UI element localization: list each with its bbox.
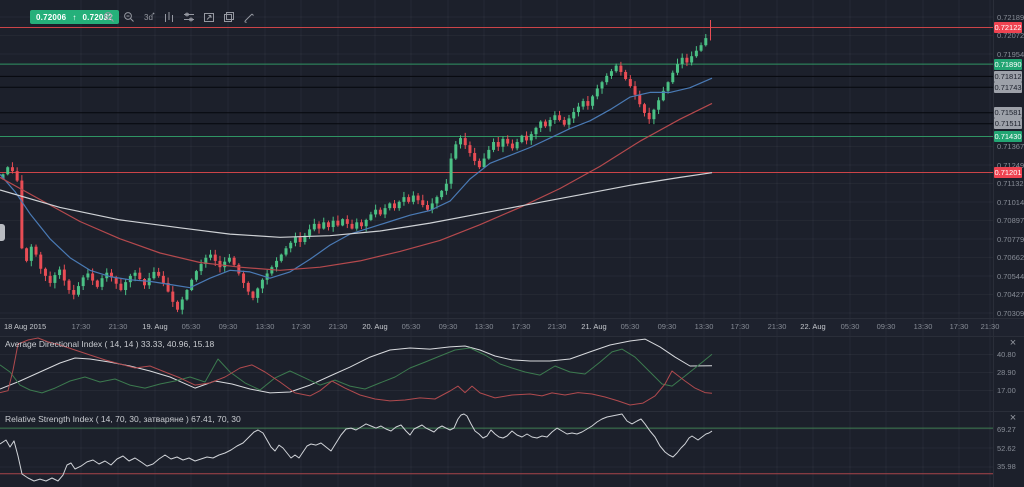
- chart-toolbar: 3d: [102, 10, 255, 23]
- price-tick-label: 0.72189: [997, 13, 1024, 22]
- indicators-icon[interactable]: [162, 10, 175, 23]
- up-arrow-icon: ↑: [72, 13, 76, 22]
- time-tick-label: 05:30: [841, 322, 860, 331]
- rsi-scale-label: 69.27: [997, 425, 1016, 434]
- price-badge-gray[interactable]: 0.71743: [994, 82, 1022, 93]
- time-tick-label: 21:30: [768, 322, 787, 331]
- price-tick-label: 0.71954: [997, 50, 1024, 59]
- adx-pane-title: Average Directional Index ( 14, 14 ) 33.…: [5, 339, 214, 349]
- zoom-in-icon[interactable]: [102, 10, 115, 23]
- rotation-3d-icon[interactable]: 3d: [142, 10, 155, 23]
- price-badge-green[interactable]: 0.71890: [994, 59, 1022, 70]
- price-badge-red[interactable]: 0.72122: [994, 22, 1022, 33]
- price-tick-label: 0.70544: [997, 272, 1024, 281]
- price-badge-gray[interactable]: 0.71511: [994, 118, 1022, 129]
- rsi-pane-title: Relative Strength Index ( 14, 70, 30, за…: [5, 414, 241, 424]
- price-tick-label: 0.70779: [997, 235, 1024, 244]
- copy-icon[interactable]: [222, 10, 235, 23]
- time-tick-label: 17:30: [731, 322, 750, 331]
- time-tick-label: 09:30: [219, 322, 238, 331]
- zoom-out-icon[interactable]: [122, 10, 135, 23]
- rsi-scale-label: 35.98: [997, 462, 1016, 471]
- fullscreen-icon[interactable]: [202, 10, 215, 23]
- time-tick-label: 05:30: [402, 322, 421, 331]
- rsi-close-button[interactable]: ×: [1007, 413, 1019, 425]
- time-tick-label: 20. Aug: [362, 322, 387, 331]
- time-tick-label: 13:30: [256, 322, 275, 331]
- time-tick-label: 17:30: [950, 322, 969, 331]
- time-tick-label: 13:30: [695, 322, 714, 331]
- time-tick-label: 13:30: [475, 322, 494, 331]
- time-tick-label: 17:30: [72, 322, 91, 331]
- rsi-scale-label: 52.62: [997, 444, 1016, 453]
- time-tick-label: 09:30: [877, 322, 896, 331]
- time-tick-label: 09:30: [658, 322, 677, 331]
- time-tick-label: 05:30: [621, 322, 640, 331]
- bid-price: 0.72006: [36, 13, 66, 22]
- price-tick-label: 0.70427: [997, 290, 1024, 299]
- price-tick-label: 0.70662: [997, 253, 1024, 262]
- price-tick-label: 0.71014: [997, 198, 1024, 207]
- rsi-title-text: Relative Strength Index ( 14, 70, 30, за…: [5, 414, 241, 424]
- price-badge-red[interactable]: 0.71201: [994, 167, 1022, 178]
- time-tick-label: 21:30: [329, 322, 348, 331]
- time-tick-label: 13:30: [914, 322, 933, 331]
- price-badge-gray[interactable]: 0.71581: [994, 107, 1022, 118]
- time-tick-label: 21:30: [981, 322, 1000, 331]
- trading-chart-window: 0.72006 ↑ 0.72032 3d 0.721890.720720.719…: [0, 0, 1024, 487]
- draw-icon[interactable]: [242, 10, 255, 23]
- time-tick-label: 19. Aug: [142, 322, 167, 331]
- adx-close-button[interactable]: ×: [1007, 338, 1019, 350]
- price-tick-label: 0.70309: [997, 309, 1024, 318]
- adx-scale-label: 17.00: [997, 386, 1016, 395]
- svg-text:3d: 3d: [144, 13, 153, 22]
- adx-scale-label: 28.90: [997, 368, 1016, 377]
- time-tick-label: 21. Aug: [581, 322, 606, 331]
- time-tick-label: 17:30: [512, 322, 531, 331]
- adx-title-text: Average Directional Index ( 14, 14 ) 33.…: [5, 339, 214, 349]
- time-tick-label: 05:30: [182, 322, 201, 331]
- time-tick-label: 21:30: [109, 322, 128, 331]
- time-tick-label: 22. Aug: [800, 322, 825, 331]
- time-tick-label: 18 Aug 2015: [4, 322, 46, 331]
- adx-scale-label: 40.80: [997, 350, 1016, 359]
- price-badge-green[interactable]: 0.71430: [994, 131, 1022, 142]
- price-tick-label: 0.71132: [997, 179, 1024, 188]
- price-tick-label: 0.71367: [997, 142, 1024, 151]
- left-edge-handle[interactable]: [0, 224, 5, 241]
- time-tick-label: 21:30: [548, 322, 567, 331]
- settings-icon[interactable]: [182, 10, 195, 23]
- time-tick-label: 09:30: [439, 322, 458, 331]
- price-badge-gray[interactable]: 0.71812: [994, 71, 1022, 82]
- price-tick-label: 0.70897: [997, 216, 1024, 225]
- time-tick-label: 17:30: [292, 322, 311, 331]
